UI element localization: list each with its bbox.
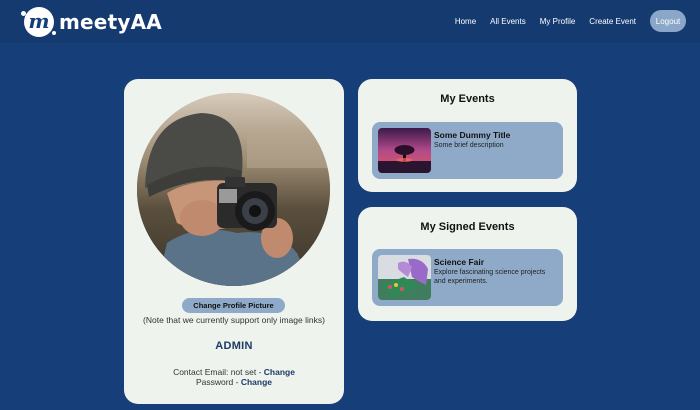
tree-night-image xyxy=(378,128,431,173)
brand-name: meetyAA xyxy=(59,10,162,34)
event-title: Science Fair xyxy=(434,257,485,267)
change-email-link[interactable]: Change xyxy=(264,367,295,377)
logout-button[interactable]: Logout xyxy=(650,10,686,32)
event-thumbnail xyxy=(378,128,431,173)
profile-card: Change Profile Picture (Note that we cur… xyxy=(124,79,344,404)
nav-create-event-link[interactable]: Create Event xyxy=(589,17,636,26)
event-item[interactable]: Science Fair Explore fascinating science… xyxy=(372,249,563,306)
logo-mark-letter: m xyxy=(28,9,50,33)
logo-mark-icon: m xyxy=(21,7,56,37)
image-support-note: (Note that we currently support only ima… xyxy=(143,315,325,325)
profile-avatar xyxy=(137,93,330,286)
nav-links: Home All Events My Profile Create Event … xyxy=(455,10,686,32)
event-title: Some Dummy Title xyxy=(434,130,511,140)
avatar-photo xyxy=(137,93,330,286)
change-profile-picture-button[interactable]: Change Profile Picture xyxy=(182,298,285,313)
brand-logo[interactable]: m meetyAA xyxy=(21,7,162,37)
event-thumbnail xyxy=(378,255,431,300)
nav-my-profile-link[interactable]: My Profile xyxy=(540,17,576,26)
profile-username: ADMIN xyxy=(215,340,253,352)
science-lab-image xyxy=(378,255,431,300)
event-item[interactable]: Some Dummy Title Some brief description xyxy=(372,122,563,179)
my-signed-events-card: My Signed Events Science Fair Explore fa… xyxy=(358,207,577,321)
contact-email-line: Contact Email: not set - Change xyxy=(124,367,344,377)
my-events-card: My Events Some Dummy Title Some brief de… xyxy=(358,79,577,192)
password-text: Password - xyxy=(195,377,241,387)
change-password-link[interactable]: Change xyxy=(241,377,272,387)
event-description: Explore fascinating science projects and… xyxy=(434,269,546,285)
my-signed-events-title: My Signed Events xyxy=(420,221,515,233)
event-description: Some brief description xyxy=(434,142,504,149)
contact-email-text: Contact Email: not set - xyxy=(173,367,264,377)
navbar: m meetyAA Home All Events My Profile Cre… xyxy=(0,0,700,43)
nav-all-events-link[interactable]: All Events xyxy=(490,17,526,26)
nav-home-link[interactable]: Home xyxy=(455,17,476,26)
my-events-title: My Events xyxy=(440,93,495,105)
password-line: Password - Change xyxy=(124,377,344,387)
